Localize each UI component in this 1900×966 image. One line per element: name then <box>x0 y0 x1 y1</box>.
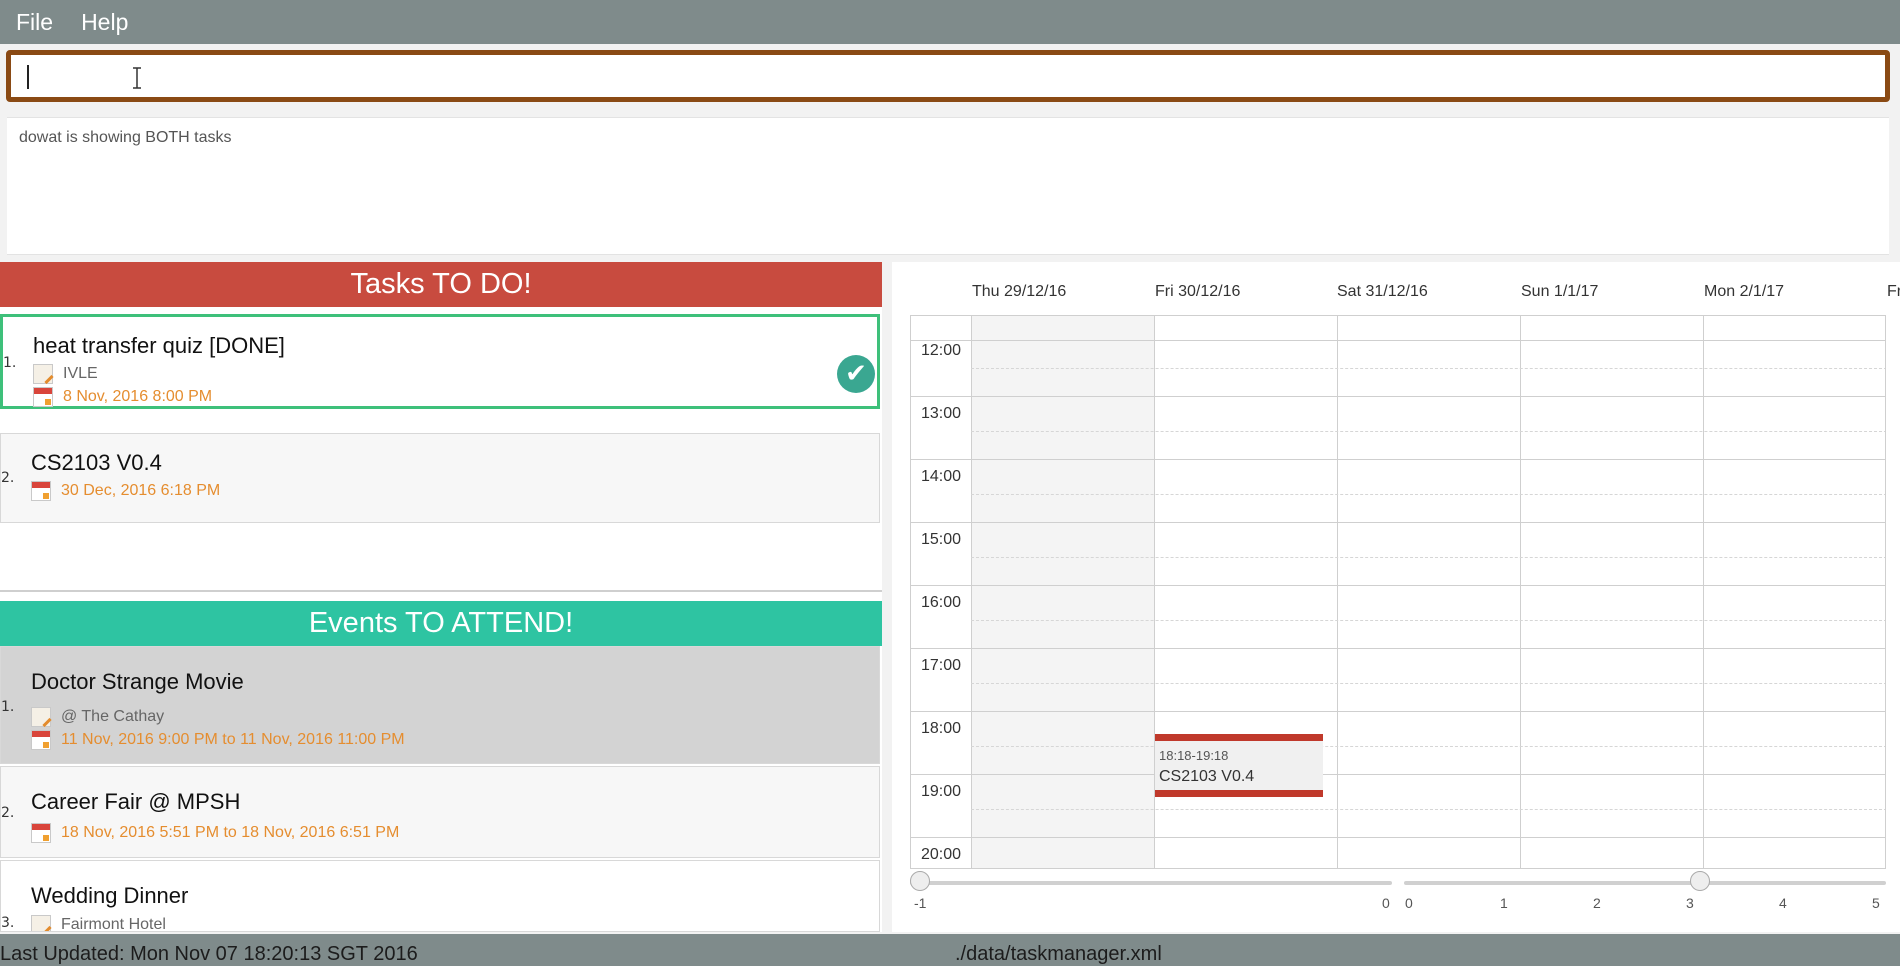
calendar-event[interactable]: 18:18-19:18 CS2103 V0.4 <box>1155 734 1323 797</box>
done-check-icon: ✔ <box>837 355 875 393</box>
task-list-panel: Tasks TO DO! 1. heat transfer quiz [DONE… <box>0 262 882 932</box>
event-title: Career Fair @ MPSH <box>31 789 241 814</box>
time-label: 12:00 <box>921 342 962 359</box>
time-label: 17:00 <box>921 657 962 674</box>
time-label: 15:00 <box>921 531 962 548</box>
day-header: Sun 1/1/17 <box>1521 283 1599 300</box>
calendar-icon <box>33 387 53 407</box>
event-date: 18 Nov, 2016 5:51 PM to 18 Nov, 2016 6:5… <box>61 824 400 841</box>
last-updated: Last Updated: Mon Nov 07 18:20:13 SGT 20… <box>0 943 418 965</box>
note-icon <box>31 707 51 727</box>
task-date-line: 8 Nov, 2016 8:00 PM <box>33 387 212 407</box>
time-label: 16:00 <box>921 594 962 611</box>
task-index: 1. <box>3 355 17 371</box>
time-label: 20:00 <box>921 846 962 863</box>
event-card[interactable]: 2. Career Fair @ MPSH 18 Nov, 2016 5:51 … <box>0 766 880 858</box>
day-header: Fri 30/12/16 <box>1155 283 1241 300</box>
slider-tick: 2 <box>1593 895 1601 911</box>
today-column <box>971 316 1154 868</box>
command-input[interactable] <box>11 55 1885 97</box>
calendar-panel: Thu 29/12/16 Fri 30/12/16 Sat 31/12/16 S… <box>892 262 1900 932</box>
events-header: Events TO ATTEND! <box>0 601 882 646</box>
calendar-icon <box>31 730 51 750</box>
slider-tick: 4 <box>1779 895 1787 911</box>
time-label: 18:00 <box>921 720 962 737</box>
slider-tick: 0 <box>1382 895 1390 911</box>
event-index: 3. <box>1 915 15 931</box>
slider-tick: 3 <box>1686 895 1694 911</box>
calendar-icon <box>31 481 51 501</box>
slider-tick: 1 <box>1500 895 1508 911</box>
task-card[interactable]: 1. heat transfer quiz [DONE] IVLE 8 Nov,… <box>0 314 880 409</box>
day-header: Mon 2/1/17 <box>1704 283 1785 300</box>
tasks-header: Tasks TO DO! <box>0 262 882 307</box>
event-card[interactable]: 3. Wedding Dinner Fairmont Hotel <box>0 860 880 932</box>
event-bar-bottom <box>1155 790 1323 797</box>
file-path: ./data/taskmanager.xml <box>955 943 1162 965</box>
note-icon <box>31 915 51 931</box>
event-note: @ The Cathay <box>61 708 165 725</box>
task-date-line: 30 Dec, 2016 6:18 PM <box>31 481 220 501</box>
menu-file[interactable]: File <box>16 9 53 36</box>
calendar-event-name: CS2103 V0.4 <box>1159 768 1255 785</box>
range-slider-left[interactable] <box>910 871 1392 891</box>
day-header: Sat 31/12/16 <box>1337 283 1428 300</box>
task-note-line: IVLE <box>33 364 98 384</box>
range-slider-right[interactable] <box>1404 871 1886 891</box>
event-date-line: 11 Nov, 2016 9:00 PM to 11 Nov, 2016 11:… <box>31 730 405 750</box>
day-header: Fr <box>1887 283 1900 300</box>
day-header: Thu 29/12/16 <box>972 283 1067 300</box>
event-date-line: 18 Nov, 2016 5:51 PM to 18 Nov, 2016 6:5… <box>31 823 399 843</box>
ibeam-cursor-icon <box>133 67 141 89</box>
calendar-icon <box>31 823 51 843</box>
event-note-line: Fairmont Hotel <box>31 915 166 932</box>
result-display: dowat is showing BOTH tasks <box>7 117 1889 255</box>
text-caret <box>27 65 29 89</box>
status-bar: Last Updated: Mon Nov 07 18:20:13 SGT 20… <box>0 934 1900 966</box>
task-note: IVLE <box>63 365 98 382</box>
menu-help[interactable]: Help <box>81 9 128 36</box>
event-title: Doctor Strange Movie <box>31 669 244 694</box>
event-note: Fairmont Hotel <box>61 916 166 932</box>
event-card[interactable]: 1. Doctor Strange Movie @ The Cathay 11 … <box>0 646 880 764</box>
slider-tick: 0 <box>1405 895 1413 911</box>
time-label: 19:00 <box>921 783 962 800</box>
task-date: 8 Nov, 2016 8:00 PM <box>63 388 213 405</box>
slider-tick: 5 <box>1872 895 1880 911</box>
note-icon <box>33 364 53 384</box>
command-box <box>6 50 1890 102</box>
calendar-event-time: 18:18-19:18 <box>1159 748 1229 763</box>
event-date: 11 Nov, 2016 9:00 PM to 11 Nov, 2016 11:… <box>61 731 405 748</box>
event-index: 2. <box>1 805 15 821</box>
task-date: 30 Dec, 2016 6:18 PM <box>61 482 221 499</box>
task-title: CS2103 V0.4 <box>31 450 162 475</box>
task-index: 2. <box>1 470 15 486</box>
event-title: Wedding Dinner <box>31 883 189 908</box>
slider-thumb-right[interactable] <box>1690 871 1710 891</box>
time-label: 13:00 <box>921 405 962 422</box>
time-label: 14:00 <box>921 468 962 485</box>
list-divider <box>0 590 882 592</box>
event-bar-top <box>1155 734 1323 741</box>
task-title: heat transfer quiz [DONE] <box>33 333 285 358</box>
calendar-grid[interactable]: 12:00 13:00 14:00 15:00 16:00 17:00 18:0… <box>910 315 1886 869</box>
slider-tick: -1 <box>914 895 927 911</box>
event-note-line: @ The Cathay <box>31 707 164 727</box>
result-text: dowat is showing BOTH tasks <box>19 129 232 146</box>
menu-bar: File Help <box>0 0 1900 44</box>
slider-thumb-left[interactable] <box>910 871 930 891</box>
event-index: 1. <box>1 699 15 715</box>
task-card[interactable]: 2. CS2103 V0.4 30 Dec, 2016 6:18 PM <box>0 433 880 523</box>
